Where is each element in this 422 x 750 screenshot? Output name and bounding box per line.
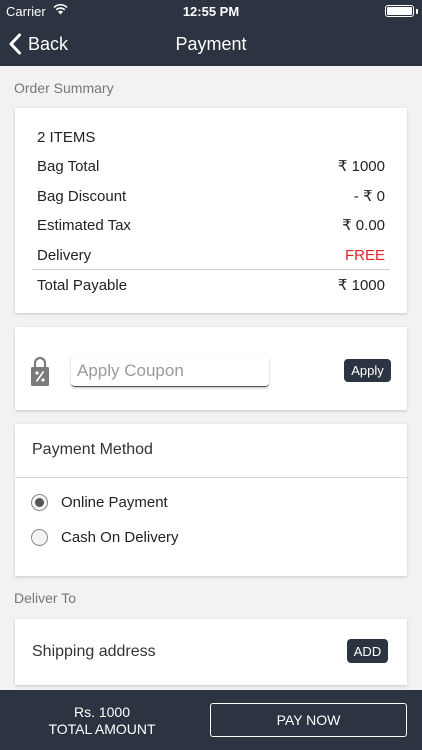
payment-option-cod[interactable]: Cash On Delivery (31, 526, 179, 548)
pay-now-button[interactable]: PAY NOW (210, 703, 407, 737)
chevron-left-icon (9, 33, 21, 55)
coupon-card: Apply (15, 327, 407, 410)
summary-label: Estimated Tax (37, 216, 131, 234)
payment-method-title: Payment Method (32, 441, 153, 458)
items-count-row: 2 ITEMS (37, 127, 385, 147)
summary-label: Delivery (37, 246, 92, 264)
summary-label: Bag Total (37, 157, 100, 175)
payment-method-card: Payment Method Online Payment Cash On De… (15, 424, 407, 576)
total-value: ₹ 1000 (337, 277, 385, 294)
coupon-input[interactable] (71, 355, 269, 387)
deliver-to-label: Deliver To (14, 590, 76, 606)
clock: 12:55 PM (182, 4, 240, 19)
order-summary-label: Order Summary (14, 80, 114, 96)
bag-total-row: Bag Total ₹ 1000 (37, 156, 385, 176)
back-button[interactable]: Back (8, 30, 68, 58)
radio-button[interactable] (31, 528, 48, 546)
items-count: 2 ITEMS (37, 128, 96, 146)
summary-value: ₹ 1000 (337, 158, 385, 175)
order-summary-card: 2 ITEMS Bag Total ₹ 1000 Bag Discount - … (15, 108, 407, 313)
payment-option-online[interactable]: Online Payment (31, 491, 168, 513)
delivery-free-value: FREE (344, 246, 385, 264)
total-payable-row: Total Payable ₹ 1000 (37, 275, 385, 295)
summary-divider (32, 269, 390, 270)
battery-tip (416, 9, 418, 14)
summary-value: ₹ 0.00 (342, 217, 385, 234)
summary-value: - ₹ 0 (353, 188, 385, 205)
bottom-bar: Rs. 1000 TOTAL AMOUNT PAY NOW (0, 690, 422, 750)
total-amount-block: Rs. 1000 TOTAL AMOUNT (0, 704, 204, 738)
payment-option-label: Cash On Delivery (61, 528, 179, 546)
shipping-address-label: Shipping address (32, 643, 156, 660)
total-label: Total Payable (37, 276, 128, 294)
discount-lock-icon (31, 356, 49, 386)
total-amount-value: Rs. 1000 (73, 704, 131, 720)
radio-button-selected[interactable] (31, 493, 48, 511)
estimated-tax-row: Estimated Tax ₹ 0.00 (37, 215, 385, 235)
shipping-card: Shipping address ADD (15, 619, 407, 685)
back-label: Back (28, 33, 69, 54)
total-amount-caption: TOTAL AMOUNT (48, 721, 156, 737)
apply-coupon-button[interactable]: Apply (344, 359, 391, 382)
header: Carrier 12:55 PM Back Payment (0, 0, 422, 66)
delivery-row: Delivery FREE (37, 245, 385, 265)
payment-option-label: Online Payment (61, 493, 168, 511)
add-address-button[interactable]: ADD (347, 639, 388, 663)
summary-label: Bag Discount (37, 187, 127, 205)
payment-method-divider (15, 477, 407, 478)
bag-discount-row: Bag Discount - ₹ 0 (37, 186, 385, 206)
status-bar: Carrier 12:55 PM (0, 0, 422, 22)
battery-icon (385, 5, 414, 17)
